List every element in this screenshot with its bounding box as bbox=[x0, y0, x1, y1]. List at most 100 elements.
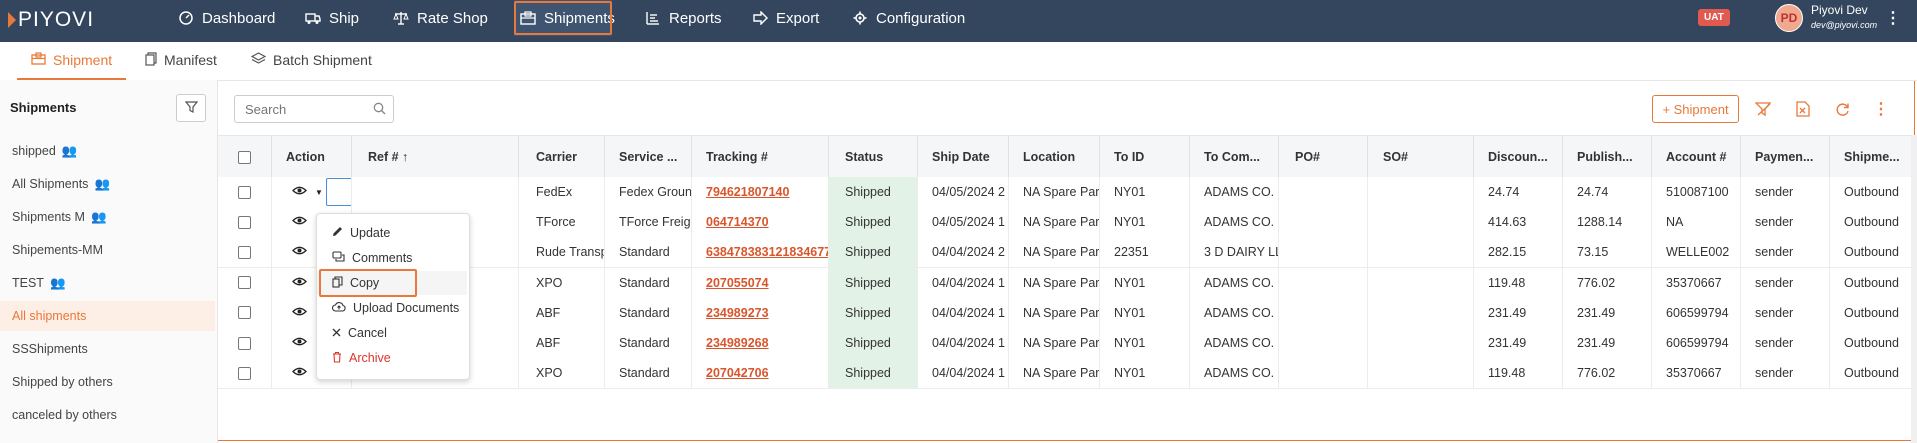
cell-shipment: Outbound bbox=[1830, 358, 1917, 389]
sidebar-item-label: All shipments bbox=[12, 309, 87, 323]
sidebar-item-shipped-by-others[interactable]: Shipped by others bbox=[0, 367, 215, 397]
row-checkbox[interactable] bbox=[238, 185, 251, 199]
menu-item-comments[interactable]: Comments bbox=[317, 246, 467, 270]
tracking-link[interactable]: 064714370 bbox=[706, 215, 769, 229]
cell-account: WELLE002 bbox=[1652, 237, 1741, 268]
nav-shipments[interactable]: Shipments bbox=[514, 0, 615, 36]
col-tracking[interactable]: Tracking # bbox=[692, 136, 829, 178]
more-vertical-icon[interactable]: ⋮ bbox=[1885, 8, 1901, 28]
sidebar-item-test[interactable]: TEST 👥 bbox=[0, 268, 215, 298]
col-status[interactable]: Status bbox=[829, 136, 918, 178]
cell-location: NA Spare Parts bbox=[1009, 237, 1100, 268]
col-to-company[interactable]: To Com... bbox=[1190, 136, 1279, 178]
nav-dashboard-label: Dashboard bbox=[202, 9, 276, 27]
tracking-link[interactable]: 207042706 bbox=[706, 366, 769, 380]
cell-ship-date: 04/04/2024 2 bbox=[918, 237, 1009, 268]
eye-icon[interactable] bbox=[292, 366, 307, 380]
sidebar-item-shipements-mm[interactable]: Shipements-MM bbox=[0, 235, 215, 265]
eye-icon[interactable] bbox=[292, 276, 307, 290]
cell-discount: 119.48 bbox=[1474, 267, 1563, 298]
tracking-link[interactable]: 638478383121834677 bbox=[706, 245, 828, 259]
nav-configuration[interactable]: Configuration bbox=[852, 0, 965, 36]
nav-ship[interactable]: Ship bbox=[305, 0, 359, 36]
row-checkbox[interactable] bbox=[238, 336, 251, 350]
sidebar-item-all-shipments[interactable]: All Shipments 👥 bbox=[0, 169, 215, 199]
vertical-scrollbar[interactable] bbox=[1911, 135, 1917, 443]
nav-dashboard[interactable]: Dashboard bbox=[178, 0, 275, 36]
sidebar-item-shipped[interactable]: shipped 👥 bbox=[0, 136, 215, 166]
eye-icon[interactable] bbox=[292, 185, 307, 199]
col-shipment-type[interactable]: Shipme... bbox=[1830, 136, 1917, 178]
sidebar-item-shipments-m[interactable]: Shipments M 👥 bbox=[0, 202, 215, 232]
search-input[interactable] bbox=[243, 101, 367, 118]
sidebar-item-canceled-by-others[interactable]: canceled by others bbox=[0, 400, 215, 430]
row-checkbox[interactable] bbox=[238, 215, 251, 229]
select-all-header bbox=[218, 136, 272, 178]
table-row[interactable]: ▼XPOStandard207042706Shipped04/04/2024 1… bbox=[218, 358, 1917, 390]
eye-icon[interactable] bbox=[292, 215, 307, 229]
search-icon[interactable] bbox=[373, 102, 386, 118]
eye-icon[interactable] bbox=[292, 306, 307, 320]
nav-reports[interactable]: Reports bbox=[645, 0, 722, 36]
table-row[interactable]: ▼ FedEx Fedex Ground 794621807140 Shipped 04/… bbox=[218, 177, 1917, 208]
tracking-link[interactable]: 794621807140 bbox=[706, 185, 789, 199]
row-select-cell bbox=[218, 267, 272, 298]
add-shipment-button[interactable]: + Shipment bbox=[1652, 95, 1739, 123]
eye-icon[interactable] bbox=[292, 245, 307, 259]
col-payment[interactable]: Paymen... bbox=[1741, 136, 1830, 178]
row-checkbox[interactable] bbox=[238, 366, 251, 380]
tab-manifest[interactable]: Manifest bbox=[145, 42, 217, 78]
eye-icon[interactable] bbox=[292, 336, 307, 350]
col-so[interactable]: SO# bbox=[1368, 136, 1474, 178]
col-po[interactable]: PO# bbox=[1279, 136, 1368, 178]
row-actions: ▼ bbox=[292, 185, 323, 199]
filter-button[interactable] bbox=[176, 94, 206, 122]
tracking-link[interactable]: 234989273 bbox=[706, 306, 769, 320]
nav-rate-shop[interactable]: Rate Shop bbox=[393, 0, 488, 36]
more-options-icon[interactable]: ⋮ bbox=[1872, 100, 1890, 118]
table-row[interactable]: ▼TForceTForce Freight064714370Shipped04/… bbox=[218, 207, 1917, 239]
tab-shipment[interactable]: Shipment bbox=[17, 42, 127, 80]
tab-batch-shipment[interactable]: Batch Shipment bbox=[250, 42, 372, 78]
menu-item-update[interactable]: Update bbox=[317, 221, 467, 245]
select-all-checkbox[interactable] bbox=[238, 150, 251, 164]
table-row[interactable]: ▼ABFStandard234989268Shipped04/04/2024 1… bbox=[218, 328, 1917, 359]
col-ship-date[interactable]: Ship Date bbox=[918, 136, 1009, 178]
sidebar-item-label: shipped bbox=[12, 144, 56, 158]
menu-item-archive[interactable]: Archive bbox=[317, 346, 467, 370]
cell-service: TForce Freight bbox=[605, 207, 692, 238]
menu-item-cancel[interactable]: Cancel bbox=[317, 321, 467, 345]
nav-export-label: Export bbox=[776, 9, 820, 27]
row-checkbox[interactable] bbox=[238, 245, 251, 259]
col-carrier[interactable]: Carrier bbox=[519, 136, 605, 178]
sidebar-item-ssshipments[interactable]: SSShipments bbox=[0, 334, 215, 364]
table-row[interactable]: ▼XPOStandard207055074Shipped04/04/2024 1… bbox=[218, 267, 1917, 299]
avatar[interactable]: PD bbox=[1775, 4, 1803, 32]
tracking-link[interactable]: 234989268 bbox=[706, 336, 769, 350]
chevron-down-icon[interactable]: ▼ bbox=[315, 188, 323, 197]
col-ref[interactable]: Ref # ↑ bbox=[352, 136, 519, 178]
menu-item-upload-documents[interactable]: Upload Documents bbox=[317, 296, 467, 320]
col-action[interactable]: Action bbox=[272, 136, 352, 178]
col-discount[interactable]: Discoun... bbox=[1474, 136, 1563, 178]
nav-export[interactable]: Export bbox=[752, 0, 819, 36]
col-location[interactable]: Location bbox=[1009, 136, 1100, 178]
table-row[interactable]: ▼Rude TransportStandard63847838312183467… bbox=[218, 237, 1917, 269]
table-row[interactable]: ▼ABFStandard234989273Shipped04/04/2024 1… bbox=[218, 297, 1917, 329]
col-account[interactable]: Account # bbox=[1652, 136, 1741, 178]
clear-filter-icon[interactable] bbox=[1754, 100, 1772, 118]
cell-payment: sender bbox=[1741, 267, 1830, 298]
sidebar-item-all-shipments-active[interactable]: All shipments bbox=[0, 301, 215, 331]
menu-item-copy[interactable]: Copy bbox=[317, 269, 467, 297]
row-checkbox[interactable] bbox=[238, 276, 251, 290]
refresh-icon[interactable] bbox=[1833, 100, 1851, 118]
cell-ship-date: 04/05/2024 2 bbox=[918, 177, 1009, 207]
user-name: Piyovi Dev bbox=[1811, 3, 1868, 17]
col-to-id[interactable]: To ID bbox=[1100, 136, 1190, 178]
logo[interactable]: PIYOVI bbox=[8, 8, 94, 32]
tracking-link[interactable]: 207055074 bbox=[706, 276, 769, 290]
row-checkbox[interactable] bbox=[238, 306, 251, 320]
col-published[interactable]: Publish... bbox=[1563, 136, 1652, 178]
col-service[interactable]: Service ... bbox=[605, 136, 692, 178]
excel-export-icon[interactable] bbox=[1794, 100, 1812, 118]
